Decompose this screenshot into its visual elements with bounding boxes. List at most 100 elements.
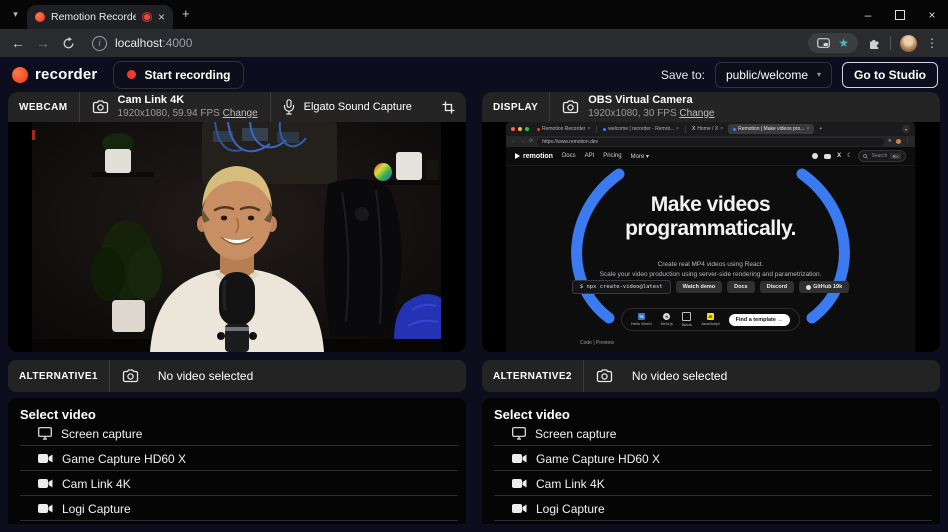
preview-tab-strip: Remotion Recorder × welcome | recorder -… (506, 122, 915, 136)
display-change-link[interactable]: Change (679, 108, 714, 119)
webcam-device-name: Cam Link 4K (118, 94, 258, 107)
led-light (32, 130, 35, 140)
camcorder-icon (38, 503, 53, 514)
video-option-screen-capture[interactable]: Screen capture (482, 421, 940, 446)
template-label: Hello World (631, 321, 652, 326)
hero-title-line2: programmatically. (506, 217, 915, 241)
search-shortcut-kbd: ⌘K (890, 153, 901, 159)
template-nextjs: N Next.js (661, 313, 673, 326)
start-recording-label: Start recording (144, 68, 230, 82)
watch-demo-button: Watch demo (676, 281, 723, 293)
camcorder-icon (512, 478, 527, 489)
nav-link-more: More ▾ (631, 153, 649, 160)
bookmark-star-icon[interactable]: ★ (838, 37, 849, 49)
window-controls: – × (852, 0, 948, 29)
video-option-logi-capture[interactable]: Logi Capture (482, 496, 940, 521)
docs-button: Docs (727, 281, 754, 293)
audio-device-selector: Elgato Sound Capture (271, 99, 424, 115)
profile-avatar[interactable] (900, 35, 917, 52)
video-option-cam-link[interactable]: Cam Link 4K (482, 471, 940, 496)
video-option-screen-capture[interactable]: Screen capture (8, 421, 466, 446)
go-to-studio-button[interactable]: Go to Studio (842, 62, 938, 88)
template-hello-world: TS Hello World (631, 313, 652, 326)
remotion-brand-text: remotion (523, 153, 553, 160)
extensions-puzzle-icon[interactable] (867, 36, 881, 50)
save-folder-value: public/welcome (726, 68, 808, 82)
site-search-box: Search ⌘K (858, 150, 906, 162)
webcam-change-link[interactable]: Change (223, 108, 258, 119)
display-device-info: OBS Virtual Camera 1920x1080, 30 FPS Cha… (588, 94, 714, 119)
display-device-name: OBS Virtual Camera (588, 94, 714, 107)
preview-menu-icon: ⋮ (905, 139, 910, 144)
camera-indicator-icon[interactable] (817, 38, 830, 48)
video-option-game-capture[interactable]: Game Capture HD60 X (482, 446, 940, 471)
alternative2-status: No video selected (622, 369, 727, 383)
new-tab-button[interactable]: + (182, 6, 190, 21)
window-minimize-button[interactable]: – (852, 0, 884, 29)
preview-tab-active: Remotion | Make videos pro... × (728, 124, 814, 134)
address-bar[interactable]: localhost:4000 (115, 36, 192, 50)
webcam-device-specs: 1920x1080, 59.94 FPS Change (118, 108, 258, 120)
record-dot-icon (127, 70, 136, 79)
reload-icon[interactable] (62, 37, 75, 50)
nextjs-icon: N (663, 313, 670, 320)
remotion-nav: remotion Docs API Pricing More ▾ X ☾ (506, 147, 915, 166)
github-icon (806, 285, 811, 290)
github-button-label: GitHub 19k (813, 284, 842, 290)
site-info-icon[interactable]: i (92, 36, 107, 51)
browser-menu-icon[interactable]: ⋮ (926, 36, 938, 50)
save-to-label: Save to: (661, 68, 705, 82)
npx-command-box: $ npx create-video@latest (572, 280, 671, 294)
preview-tab-title: Home / X (697, 126, 718, 132)
back-icon[interactable]: ← (11, 36, 25, 50)
nav-link-api: API (585, 153, 595, 159)
webcam-device-selector: Cam Link 4K 1920x1080, 59.94 FPS Change (80, 94, 270, 119)
templates-row: TS Hello World N Next.js Blank (506, 308, 915, 331)
video-option-logi-capture[interactable]: Logi Capture (8, 496, 466, 521)
hero-subtitle-line1: Create real MP4 videos using React. (506, 260, 915, 270)
typescript-icon: TS (638, 313, 645, 320)
select-video-section-right: Select video Screen capture Game Capture… (482, 398, 940, 524)
tab-close-icon[interactable]: × (158, 11, 165, 23)
preview-url-text: https://www.remotion.dev (542, 139, 598, 145)
preview-tab-overflow-icon: ▾ (902, 125, 910, 133)
webcam-device-info: Cam Link 4K 1920x1080, 59.94 FPS Change (118, 94, 258, 119)
preview-tab-favicon-icon (733, 128, 736, 131)
window-close-button[interactable]: × (916, 0, 948, 29)
crop-button[interactable] (442, 101, 455, 114)
alternative1-device: No video selected (110, 369, 265, 383)
template-blank: Blank (682, 312, 692, 327)
crop-icon (442, 101, 455, 114)
display-specs-text: 1920x1080, 30 FPS (588, 108, 676, 119)
video-option-label: Logi Capture (62, 502, 131, 516)
video-option-cam-link[interactable]: Cam Link 4K (8, 471, 466, 496)
forward-icon[interactable]: → (36, 36, 50, 50)
dark-mode-moon-icon: ☾ (847, 153, 852, 159)
video-option-game-capture[interactable]: Game Capture HD60 X (8, 446, 466, 471)
chevron-down-icon: ▾ (817, 70, 821, 79)
webcam-scene (32, 122, 441, 352)
webcam-panel-header: WEBCAM Cam Link 4K 1920x1080, 59.94 FPS … (8, 92, 466, 122)
start-recording-button[interactable]: Start recording (113, 61, 244, 89)
recorder-logo: recorder (12, 66, 97, 83)
webcam-panel-label: WEBCAM (8, 102, 79, 113)
display-panel: DISPLAY OBS Virtual Camera 1920x1080, 30… (482, 92, 940, 352)
video-option-label: Screen capture (535, 427, 616, 441)
template-label: Next.js (661, 321, 673, 326)
save-folder-dropdown[interactable]: public/welcome ▾ (715, 62, 832, 88)
tab-search-chevron-icon[interactable]: ▾ (6, 5, 25, 24)
app-header: recorder Start recording Save to: public… (0, 57, 948, 92)
webcam-panel: WEBCAM Cam Link 4K 1920x1080, 59.94 FPS … (8, 92, 466, 352)
hero-buttons-row: $ npx create-video@latest Watch demo Doc… (506, 280, 915, 294)
select-video-heading: Select video (8, 398, 466, 421)
video-option-label: Logi Capture (536, 502, 605, 516)
alternative1-panel: ALTERNATIVE1 No video selected (8, 360, 466, 392)
browser-tab[interactable]: Remotion Recorder × (27, 5, 173, 29)
template-label: Blank (682, 322, 692, 327)
x-social-icon: X (837, 153, 841, 159)
window-maximize-button[interactable] (884, 0, 916, 29)
preview-tab-close-icon: × (587, 126, 590, 132)
display-panel-header: DISPLAY OBS Virtual Camera 1920x1080, 30… (482, 92, 940, 122)
blank-file-icon (682, 312, 691, 321)
discord-button: Discord (760, 281, 794, 293)
